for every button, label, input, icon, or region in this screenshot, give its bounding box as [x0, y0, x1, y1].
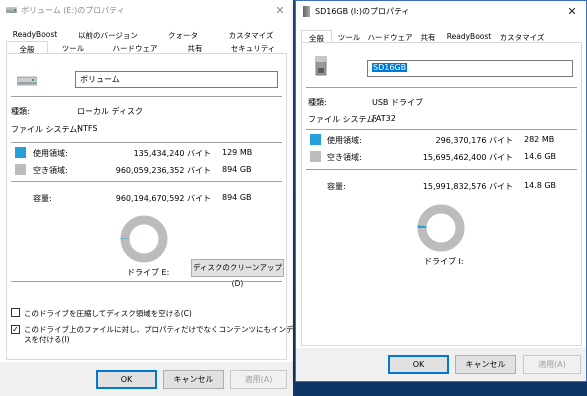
- used-space-size: 129 MB: [222, 148, 253, 157]
- dialog-footer: OK キャンセル 適用(A): [296, 348, 586, 381]
- tab-customize[interactable]: カスタマイズ: [496, 30, 548, 42]
- sd16gb-properties-window[interactable]: SD16GB (I:)のプロパティ ✕ 全般 ツール ハードウェア 共有 Rea…: [295, 0, 587, 382]
- free-space-swatch: [310, 151, 321, 162]
- capacity-bytes: 15,991,832,576 バイト: [422, 182, 513, 191]
- divider: [11, 142, 282, 143]
- apply-button[interactable]: 適用(A): [523, 355, 581, 374]
- cancel-button[interactable]: キャンセル: [163, 370, 224, 389]
- tab-quota[interactable]: クォータ: [152, 28, 214, 40]
- tab-customize[interactable]: カスタマイズ: [214, 28, 288, 40]
- free-space-label: 空き領域:: [327, 153, 362, 162]
- drive-letter-label: ドライブ I:: [424, 257, 464, 266]
- capacity-bytes: 960,194,670,592 バイト: [115, 194, 211, 203]
- free-space-size: 14.6 GB: [524, 152, 557, 161]
- used-space-label: 使用領域:: [327, 136, 362, 145]
- used-space-swatch: [15, 147, 26, 158]
- ok-button[interactable]: OK: [388, 355, 449, 374]
- tab-general[interactable]: 全般: [6, 41, 48, 54]
- tab-row-bottom: 全般 ツール ハードウェア 共有 セキュリティ: [6, 41, 288, 54]
- cancel-button[interactable]: キャンセル: [455, 355, 516, 374]
- tab-general[interactable]: 全般: [301, 30, 332, 43]
- tab-sharing[interactable]: 共有: [414, 30, 442, 42]
- general-panel: ボリューム 種類: ローカル ディスク ファイル システム: NTFS 使用領域…: [6, 53, 293, 360]
- title-bar[interactable]: ボリューム (E:)のプロパティ ✕: [0, 0, 293, 22]
- close-icon[interactable]: ✕: [563, 3, 581, 21]
- local-disk-icon: [17, 76, 37, 86]
- usb-drive-large-icon: [315, 56, 327, 76]
- free-space-swatch: [15, 164, 26, 175]
- general-panel: SD16GB 種類: USB ドライブ ファイル システム: FAT32 使用領…: [301, 42, 582, 346]
- compress-checkbox[interactable]: [11, 308, 20, 317]
- window-title: SD16GB (I:)のプロパティ: [315, 7, 410, 16]
- filesystem-label: ファイル システム:: [308, 115, 377, 124]
- close-icon[interactable]: ✕: [271, 2, 289, 20]
- filesystem-value: NTFS: [77, 124, 98, 133]
- tab-tools[interactable]: ツール: [332, 30, 366, 42]
- free-space-size: 894 GB: [222, 165, 252, 174]
- tab-readyboost[interactable]: ReadyBoost: [6, 28, 64, 40]
- filesystem-label: ファイル システム:: [11, 125, 80, 134]
- divider: [306, 169, 577, 170]
- type-label: 種類:: [308, 98, 327, 107]
- tab-row-top: ReadyBoost 以前のバージョン クォータ カスタマイズ: [6, 28, 288, 40]
- tab-row: 全般 ツール ハードウェア 共有 ReadyBoost カスタマイズ: [301, 30, 548, 43]
- used-space-swatch: [310, 134, 321, 145]
- used-space-bytes: 296,370,176 バイト: [435, 136, 513, 145]
- tab-tools[interactable]: ツール: [48, 41, 98, 53]
- filesystem-value: FAT32: [372, 114, 396, 123]
- capacity-label: 容量:: [33, 194, 52, 203]
- title-bar[interactable]: SD16GB (I:)のプロパティ ✕: [296, 1, 586, 23]
- window-title: ボリューム (E:)のプロパティ: [21, 6, 125, 15]
- divider: [11, 181, 282, 182]
- index-checkbox[interactable]: ✓: [11, 325, 20, 334]
- tab-hardware[interactable]: ハードウェア: [98, 41, 172, 53]
- divider: [11, 96, 282, 97]
- used-space-bytes: 135,434,240 バイト: [133, 149, 211, 158]
- check-icon: ✓: [12, 325, 19, 334]
- taskbar-strip: [295, 382, 587, 396]
- index-label-line2: スを付ける(I): [24, 335, 70, 344]
- volume-name-selected-text: SD16GB: [372, 63, 408, 72]
- capacity-size: 14.8 GB: [524, 181, 557, 190]
- usage-donut-chart: [120, 215, 168, 263]
- ok-button[interactable]: OK: [96, 370, 157, 389]
- capacity-size: 894 GB: [222, 193, 252, 202]
- apply-button[interactable]: 適用(A): [230, 370, 287, 389]
- dialog-footer: OK キャンセル 適用(A): [0, 362, 293, 396]
- tab-sharing[interactable]: 共有: [172, 41, 218, 53]
- volume-name-input[interactable]: SD16GB: [367, 60, 573, 77]
- volume-e-properties-window[interactable]: ボリューム (E:)のプロパティ ✕ ReadyBoost 以前のバージョン ク…: [0, 0, 293, 396]
- tab-hardware[interactable]: ハードウェア: [366, 30, 414, 42]
- tab-previous-versions[interactable]: 以前のバージョン: [64, 28, 152, 40]
- compress-label: このドライブを圧縮してディスク領域を空ける(C): [24, 309, 192, 318]
- free-space-bytes: 960,059,236,352 バイト: [115, 166, 211, 175]
- divider: [306, 87, 577, 88]
- tab-security[interactable]: セキュリティ: [218, 41, 288, 53]
- disk-cleanup-button[interactable]: ディスクのクリーンアップ(D): [191, 259, 284, 288]
- drive-icon: [6, 7, 17, 13]
- used-space-size: 282 MB: [524, 135, 555, 144]
- free-space-label: 空き領域:: [33, 166, 68, 175]
- usage-donut-chart: [417, 204, 465, 252]
- free-space-bytes: 15,695,462,400 バイト: [422, 153, 513, 162]
- divider: [11, 281, 282, 282]
- free-space-ring: [120, 215, 168, 263]
- type-value: USB ドライブ: [372, 98, 423, 107]
- drive-letter-label: ドライブ E:: [127, 268, 170, 277]
- capacity-label: 容量:: [327, 182, 346, 191]
- usb-drive-icon: [303, 6, 310, 17]
- divider: [306, 129, 577, 130]
- tab-readyboost[interactable]: ReadyBoost: [442, 30, 496, 42]
- free-space-ring: [417, 204, 465, 252]
- volume-name-input[interactable]: ボリューム: [75, 71, 278, 88]
- type-value: ローカル ディスク: [77, 107, 143, 116]
- used-space-label: 使用領域:: [33, 149, 68, 158]
- type-label: 種類:: [11, 107, 30, 116]
